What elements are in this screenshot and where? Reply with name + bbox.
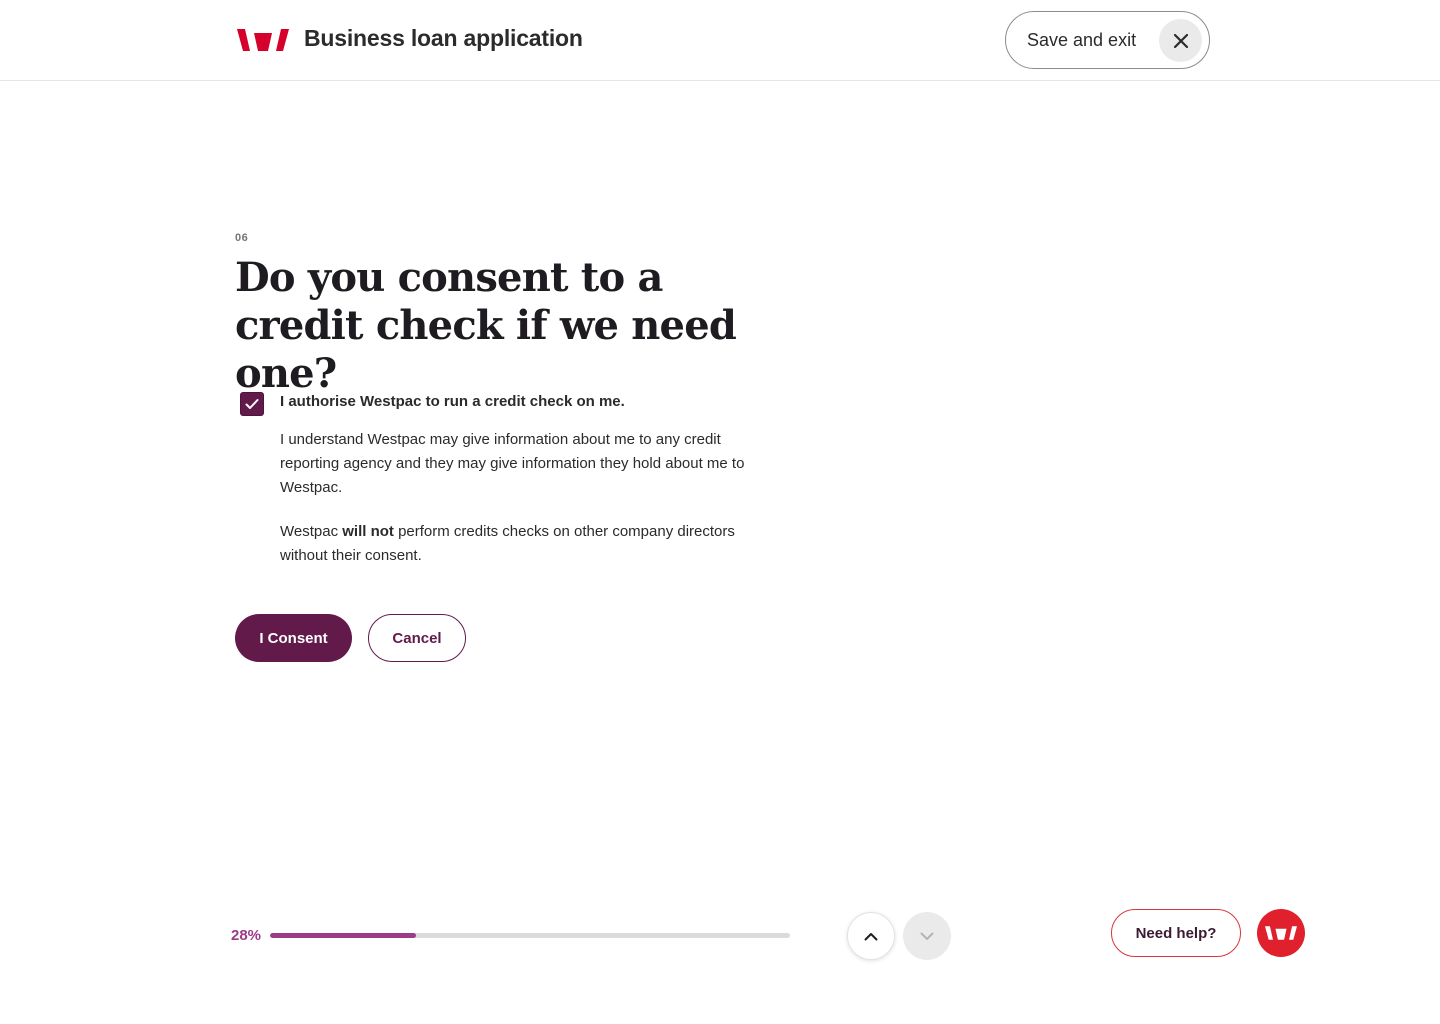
- chevron-down-icon: [920, 932, 934, 940]
- consent-description: I understand Westpac may give informatio…: [280, 431, 745, 496]
- help-chat-button[interactable]: [1257, 909, 1305, 957]
- westpac-logo-icon[interactable]: [237, 29, 289, 51]
- checkmark-icon: [245, 399, 259, 409]
- progress-bar-fill: [270, 933, 416, 938]
- previous-question-button[interactable]: [847, 912, 895, 960]
- progress-bar: [270, 933, 790, 938]
- progress-percentage: 28%: [231, 927, 262, 944]
- close-button[interactable]: [1159, 19, 1202, 62]
- save-and-exit-button[interactable]: Save and exit: [1005, 11, 1210, 69]
- note-emphasis: will not: [342, 523, 394, 540]
- westpac-logo-icon: [1265, 926, 1297, 940]
- note-prefix: Westpac: [280, 523, 343, 540]
- next-question-button[interactable]: [903, 912, 951, 960]
- app-title: Business loan application: [304, 25, 583, 51]
- step-number: 06: [235, 232, 249, 244]
- consent-checkbox[interactable]: [240, 392, 264, 416]
- question-title: Do you consent to a credit check if we n…: [235, 254, 737, 397]
- save-and-exit-label: Save and exit: [1027, 30, 1137, 50]
- consent-checkbox-label[interactable]: I authorise Westpac to run a credit chec…: [280, 393, 625, 410]
- close-icon: [1173, 33, 1188, 48]
- consent-directors-note: Westpac will not perform credits checks …: [280, 520, 780, 568]
- cancel-button[interactable]: Cancel: [368, 614, 466, 662]
- consent-button[interactable]: I Consent: [235, 614, 352, 662]
- need-help-button[interactable]: Need help?: [1111, 909, 1241, 957]
- top-bar: Business loan application Save and exit: [0, 0, 1440, 81]
- chevron-up-icon: [864, 932, 878, 940]
